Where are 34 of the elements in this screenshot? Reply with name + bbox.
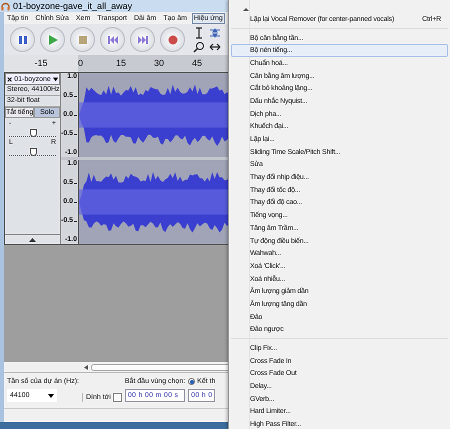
end-radio[interactable] (188, 378, 196, 385)
skip-end-icon (138, 34, 148, 44)
record-icon (168, 34, 178, 44)
close-icon[interactable] (7, 76, 12, 82)
zoom-icon[interactable] (193, 40, 205, 52)
gain-slider[interactable] (9, 128, 56, 137)
ruler-label: 0 (78, 58, 84, 68)
ruler-label: 15 (116, 58, 128, 68)
collapse-bar[interactable] (5, 234, 60, 244)
slider-thumb[interactable] (30, 129, 36, 137)
dropdown-icon (48, 394, 54, 398)
window-title: 01-boyzone-gave_it_all_away (13, 1, 132, 11)
play-button[interactable] (40, 27, 65, 52)
record-button[interactable] (160, 27, 185, 52)
collapse-icon (29, 238, 36, 242)
snap-checkbox[interactable] (112, 393, 122, 402)
skip-to-end-button[interactable] (130, 27, 155, 52)
double-arrow-icon[interactable] (209, 40, 221, 52)
dropdown-icon[interactable] (52, 76, 58, 82)
slider-thumb[interactable] (30, 148, 36, 156)
ruler-label: 45 (192, 58, 204, 68)
envelope-icon[interactable] (209, 26, 221, 38)
pause-icon (18, 34, 28, 44)
scroll-left-icon[interactable] (84, 364, 88, 370)
skip-to-start-button[interactable] (100, 27, 125, 52)
text-cursor-icon[interactable] (193, 26, 205, 38)
skip-start-icon (108, 34, 118, 44)
headphones-icon (1, 2, 10, 10)
pause-button[interactable] (10, 27, 35, 52)
play-icon (48, 34, 58, 44)
stop-icon (78, 34, 88, 44)
pan-slider[interactable] (9, 147, 56, 156)
ruler-label: -15 (34, 58, 48, 68)
ruler-label: 30 (154, 58, 166, 68)
